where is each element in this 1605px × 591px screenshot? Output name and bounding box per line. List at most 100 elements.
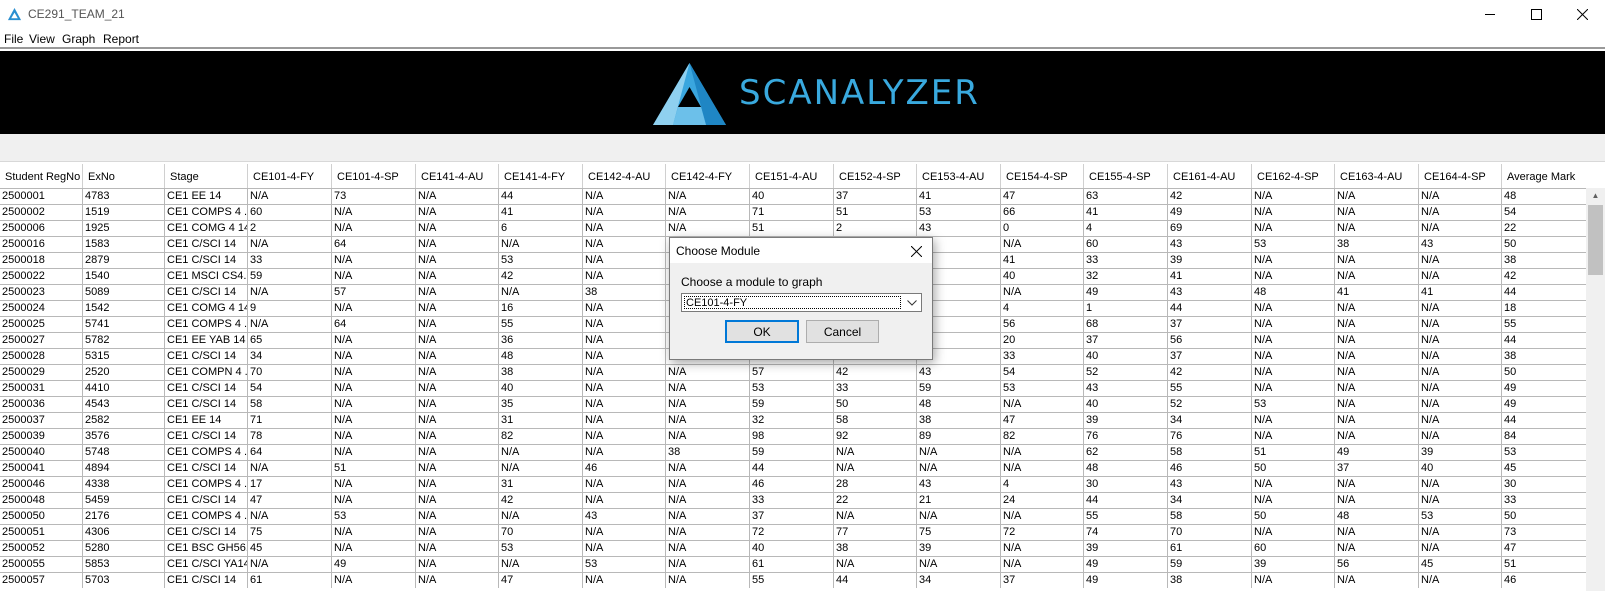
table-row[interactable]: 2500052 5280 CE1 BSC GH56... 45 N/A N/A 53 N/A N… [0, 540, 1586, 556]
table-cell[interactable]: 37 [1167, 317, 1251, 332]
table-cell[interactable]: N/A [331, 221, 415, 236]
table-cell[interactable]: N/A [1251, 301, 1334, 316]
table-cell[interactable]: N/A [247, 461, 331, 476]
table-cell[interactable]: 38 [833, 541, 916, 556]
table-cell[interactable]: N/A [415, 445, 498, 460]
table-cell[interactable]: 34 [1167, 413, 1251, 428]
table-cell[interactable]: 2176 [82, 509, 164, 524]
table-cell[interactable]: 0 [1000, 221, 1083, 236]
table-cell[interactable]: N/A [1251, 205, 1334, 220]
table-cell[interactable]: 58 [1167, 509, 1251, 524]
table-cell[interactable]: 92 [833, 429, 916, 444]
table-cell[interactable]: N/A [331, 413, 415, 428]
table-cell[interactable]: 71 [247, 413, 331, 428]
table-cell[interactable]: N/A [247, 317, 331, 332]
table-cell[interactable]: N/A [415, 525, 498, 540]
table-cell[interactable]: 5315 [82, 349, 164, 364]
table-cell[interactable]: 48 [1334, 509, 1418, 524]
table-cell[interactable]: N/A [415, 541, 498, 556]
table-cell[interactable]: 41 [916, 189, 1000, 204]
table-cell[interactable]: 2500016 [0, 237, 82, 252]
table-cell[interactable]: 53 [582, 557, 665, 572]
table-cell[interactable]: N/A [1251, 381, 1334, 396]
table-cell[interactable]: 53 [498, 253, 582, 268]
table-cell[interactable]: N/A [916, 509, 1000, 524]
table-cell[interactable]: 34 [247, 349, 331, 364]
table-cell[interactable]: N/A [1334, 301, 1418, 316]
column-header[interactable]: CE151-4-AU [749, 164, 833, 188]
table-cell[interactable]: 4894 [82, 461, 164, 476]
table-cell[interactable]: 5741 [82, 317, 164, 332]
table-cell[interactable]: 64 [331, 317, 415, 332]
table-cell[interactable]: N/A [1334, 381, 1418, 396]
table-cell[interactable]: N/A [498, 237, 582, 252]
table-cell[interactable]: 55 [498, 317, 582, 332]
table-cell[interactable]: N/A [1334, 525, 1418, 540]
table-cell[interactable]: 58 [833, 413, 916, 428]
table-cell[interactable]: N/A [665, 573, 749, 588]
table-cell[interactable]: 56 [1167, 333, 1251, 348]
table-cell[interactable]: 4 [1000, 477, 1083, 492]
table-cell[interactable]: 5459 [82, 493, 164, 508]
table-cell[interactable]: N/A [415, 285, 498, 300]
table-cell[interactable]: 50 [833, 397, 916, 412]
table-row[interactable]: 2500039 3576 CE1 C/SCI 14 78 N/A N/A 82 N/A N/A 9… [0, 428, 1586, 444]
table-cell[interactable]: 38 [665, 445, 749, 460]
table-cell[interactable]: N/A [1334, 253, 1418, 268]
table-cell[interactable]: 30 [1083, 477, 1167, 492]
table-cell[interactable]: 39 [1083, 541, 1167, 556]
table-cell[interactable]: 53 [498, 541, 582, 556]
table-row[interactable]: 2500040 5748 CE1 COMPS 4 ... 64 N/A N/A N/A N/A… [0, 444, 1586, 460]
table-cell[interactable]: 24 [1000, 493, 1083, 508]
table-cell[interactable]: 38 [582, 285, 665, 300]
table-cell[interactable]: 40 [1000, 269, 1083, 284]
table-cell[interactable]: 2500018 [0, 253, 82, 268]
table-cell[interactable]: N/A [331, 205, 415, 220]
column-header[interactable]: CE154-4-SP [1000, 164, 1083, 188]
table-cell[interactable]: N/A [582, 429, 665, 444]
table-cell[interactable]: 54 [247, 381, 331, 396]
table-cell[interactable]: 41 [1167, 269, 1251, 284]
table-cell[interactable]: N/A [833, 461, 916, 476]
table-cell[interactable]: 51 [331, 461, 415, 476]
table-cell[interactable]: 38 [916, 413, 1000, 428]
table-cell[interactable]: 46 [749, 477, 833, 492]
table-cell[interactable]: 2500051 [0, 525, 82, 540]
table-cell[interactable]: 43 [1167, 237, 1251, 252]
table-row[interactable]: 2500001 4783 CE1 EE 14 N/A 73 N/A 44 N/A N/A 40 37… [0, 188, 1586, 204]
table-cell[interactable]: 41 [1000, 253, 1083, 268]
table-cell[interactable]: N/A [833, 509, 916, 524]
table-cell[interactable]: 5782 [82, 333, 164, 348]
table-cell[interactable]: 47 [1501, 541, 1586, 556]
table-cell[interactable]: N/A [582, 477, 665, 492]
table-cell[interactable]: 5853 [82, 557, 164, 572]
table-cell[interactable]: 2500041 [0, 461, 82, 476]
table-cell[interactable]: 33 [247, 253, 331, 268]
table-cell[interactable]: 76 [1167, 429, 1251, 444]
table-cell[interactable]: N/A [1334, 541, 1418, 556]
table-cell[interactable]: 2500031 [0, 381, 82, 396]
table-cell[interactable]: 2 [247, 221, 331, 236]
scroll-up-arrow-icon[interactable]: ▲ [1586, 188, 1605, 203]
table-cell[interactable]: 48 [916, 397, 1000, 412]
table-cell[interactable]: N/A [331, 429, 415, 444]
table-cell[interactable]: N/A [1334, 365, 1418, 380]
table-cell[interactable]: N/A [1251, 269, 1334, 284]
table-cell[interactable]: 44 [1501, 333, 1586, 348]
table-cell[interactable]: 59 [247, 269, 331, 284]
table-cell[interactable]: CE1 C/SCI 14 [164, 349, 247, 364]
table-cell[interactable]: 2500028 [0, 349, 82, 364]
menu-file[interactable]: File [4, 32, 23, 46]
column-header[interactable]: CE101-4-FY [247, 164, 331, 188]
table-cell[interactable]: 47 [498, 573, 582, 588]
table-cell[interactable]: 5089 [82, 285, 164, 300]
table-cell[interactable]: 69 [1167, 221, 1251, 236]
table-cell[interactable]: N/A [665, 221, 749, 236]
table-cell[interactable]: 39 [1083, 413, 1167, 428]
table-row[interactable]: 2500051 4306 CE1 C/SCI 14 75 N/A N/A 70 N/A N/A 7… [0, 524, 1586, 540]
table-cell[interactable]: CE1 C/SCI 14 [164, 237, 247, 252]
table-cell[interactable]: 62 [1083, 445, 1167, 460]
table-cell[interactable]: CE1 COMG 4 14 [164, 221, 247, 236]
table-cell[interactable]: N/A [1251, 493, 1334, 508]
table-cell[interactable]: CE1 COMPN 4 ... [164, 365, 247, 380]
